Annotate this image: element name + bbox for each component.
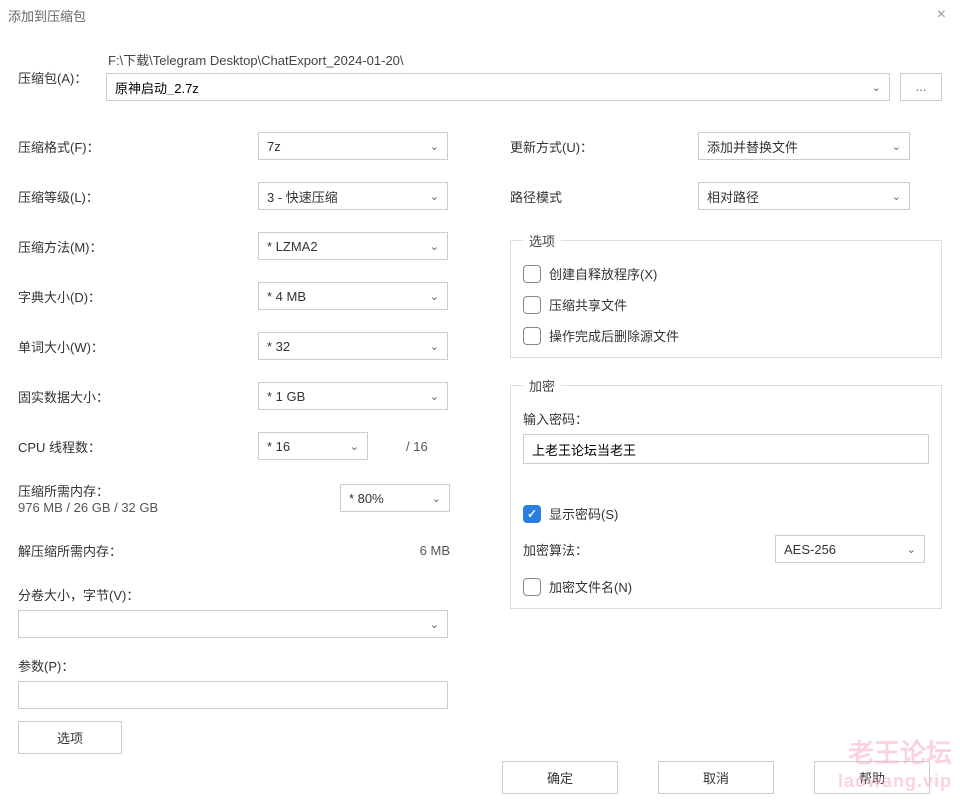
show-password-checkbox[interactable] (523, 505, 541, 523)
chevron-down-icon: ⌄ (430, 190, 439, 203)
show-password-label: 显示密码(S) (549, 504, 618, 523)
threads-label: CPU 线程数： (18, 437, 258, 456)
solid-label: 固实数据大小： (18, 387, 258, 406)
params-input[interactable] (18, 681, 448, 709)
options-fieldset: 选项 创建自释放程序(X) 压缩共享文件 操作完成后删除源文件 (510, 231, 942, 358)
close-icon[interactable]: × (931, 4, 952, 26)
encrypt-fieldset: 加密 输入密码： 显示密码(S) 加密算法： AES-256 ⌄ (510, 376, 942, 609)
password-label: 输入密码： (523, 409, 929, 428)
ok-button[interactable]: 确定 (502, 761, 618, 794)
word-value: * 32 (267, 339, 290, 354)
format-label: 压缩格式(F)： (18, 137, 258, 156)
memcomp-pct-value: * 80% (349, 491, 384, 506)
password-input[interactable] (523, 434, 929, 464)
level-label: 压缩等级(L)： (18, 187, 258, 206)
method-value: * LZMA2 (267, 239, 318, 254)
volume-label: 分卷大小，字节(V)： (18, 585, 450, 604)
update-select[interactable]: 添加并替换文件 ⌄ (698, 132, 910, 160)
word-select[interactable]: * 32 ⌄ (258, 332, 448, 360)
help-button[interactable]: 帮助 (814, 761, 930, 794)
shared-checkbox[interactable] (523, 296, 541, 314)
chevron-down-icon: ⌄ (892, 190, 901, 203)
delete-checkbox[interactable] (523, 327, 541, 345)
solid-value: * 1 GB (267, 389, 305, 404)
archive-label: 压缩包(A)： (18, 50, 98, 87)
level-value: 3 - 快速压缩 (267, 187, 338, 206)
window-title: 添加到压缩包 (8, 6, 86, 25)
sfx-label: 创建自释放程序(X) (549, 264, 657, 283)
algo-select[interactable]: AES-256 ⌄ (775, 535, 925, 563)
algo-value: AES-256 (784, 542, 836, 557)
format-value: 7z (267, 139, 281, 154)
options-button[interactable]: 选项 (18, 721, 122, 754)
encrypt-names-checkbox[interactable] (523, 578, 541, 596)
chevron-down-icon: ⌄ (430, 240, 439, 253)
chevron-down-icon: ⌄ (430, 290, 439, 303)
encrypt-legend: 加密 (523, 376, 561, 395)
dict-value: * 4 MB (267, 289, 306, 304)
level-select[interactable]: 3 - 快速压缩 ⌄ (258, 182, 448, 210)
dict-label: 字典大小(D)： (18, 287, 258, 306)
delete-label: 操作完成后删除源文件 (549, 326, 679, 345)
format-select[interactable]: 7z ⌄ (258, 132, 448, 160)
archive-filename-input[interactable] (115, 80, 872, 95)
browse-button[interactable]: ... (900, 73, 942, 101)
chevron-down-icon: ⌄ (907, 543, 916, 556)
memcomp-value: 976 MB / 26 GB / 32 GB (18, 500, 258, 515)
cancel-button[interactable]: 取消 (658, 761, 774, 794)
volume-select[interactable]: ⌄ (18, 610, 448, 638)
pathmode-select[interactable]: 相对路径 ⌄ (698, 182, 910, 210)
options-legend: 选项 (523, 231, 561, 250)
chevron-down-icon: ⌄ (892, 140, 901, 153)
word-label: 单词大小(W)： (18, 337, 258, 356)
chevron-down-icon: ⌄ (432, 492, 441, 505)
method-label: 压缩方法(M)： (18, 237, 258, 256)
algo-label: 加密算法： (523, 540, 763, 559)
method-select[interactable]: * LZMA2 ⌄ (258, 232, 448, 260)
threads-value: * 16 (267, 439, 290, 454)
dict-select[interactable]: * 4 MB ⌄ (258, 282, 448, 310)
update-value: 添加并替换文件 (707, 137, 798, 156)
sfx-checkbox[interactable] (523, 265, 541, 283)
threads-select[interactable]: * 16 ⌄ (258, 432, 368, 460)
encrypt-names-label: 加密文件名(N) (549, 577, 632, 596)
chevron-down-icon: ⌄ (350, 440, 359, 453)
memcomp-pct-select[interactable]: * 80% ⌄ (340, 484, 450, 512)
pathmode-label: 路径模式 (510, 187, 698, 206)
solid-select[interactable]: * 1 GB ⌄ (258, 382, 448, 410)
shared-label: 压缩共享文件 (549, 295, 627, 314)
chevron-down-icon: ⌄ (430, 618, 439, 631)
params-label: 参数(P)： (18, 656, 450, 675)
threads-total: / 16 (406, 439, 428, 454)
memdecomp-value: 6 MB (420, 543, 450, 558)
chevron-down-icon: ⌄ (430, 390, 439, 403)
pathmode-value: 相对路径 (707, 187, 759, 206)
update-label: 更新方式(U)： (510, 137, 698, 156)
chevron-down-icon: ⌄ (430, 340, 439, 353)
archive-path: F:\下载\Telegram Desktop\ChatExport_2024-0… (106, 50, 942, 69)
memcomp-label: 压缩所需内存： (18, 481, 258, 500)
memdecomp-label: 解压缩所需内存： (18, 541, 258, 560)
chevron-down-icon: ⌄ (430, 140, 439, 153)
chevron-down-icon: ⌄ (872, 81, 881, 94)
archive-filename-combo[interactable]: ⌄ (106, 73, 890, 101)
